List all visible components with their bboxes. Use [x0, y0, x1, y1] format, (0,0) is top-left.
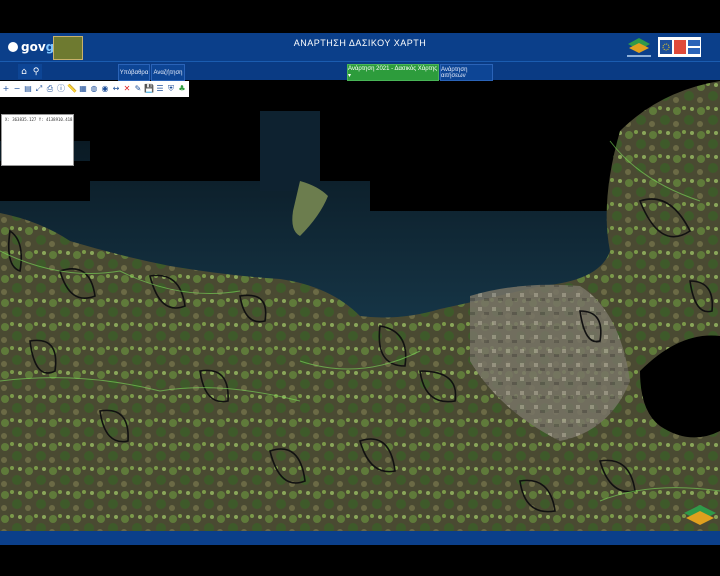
greece-icon: [687, 40, 700, 54]
eu-funding-logos: [658, 37, 701, 57]
ruler-icon[interactable]: ↔: [111, 84, 121, 94]
forest-map-layer-dropdown[interactable]: Ανάρτηση 2021 - Δασικός Χάρτης ▾: [347, 64, 439, 81]
info-icon[interactable]: ⓘ: [56, 84, 66, 94]
map-toolbar: + − ▤ ⤢ ⎙ ⓘ 📏 ▦ ◍ ◉ ↔ ✕ ✎ 💾 ☰ ⛨ ♣: [0, 81, 189, 97]
home-button[interactable]: ⌂: [18, 64, 30, 79]
measure-icon[interactable]: 📏: [67, 84, 77, 94]
basemaps-button[interactable]: Υπόβαθρα: [118, 64, 150, 81]
save-icon[interactable]: 💾: [144, 84, 154, 94]
eu-flag-icon: [659, 40, 672, 54]
espa-icon: [673, 40, 686, 54]
layers-icon[interactable]: ▤: [23, 84, 33, 94]
extent-icon[interactable]: ⤢: [34, 84, 44, 94]
pen-icon[interactable]: ✎: [133, 84, 143, 94]
shield-icon[interactable]: ⛨: [166, 84, 176, 94]
search-icon: ⚲: [32, 66, 40, 77]
coordinate-readout: X: 363835.127 Y: 4138910.418: [5, 117, 73, 122]
coordinate-box: X: 363835.127 Y: 4138910.418: [1, 114, 74, 166]
satellite-map[interactable]: [0, 81, 720, 531]
page-title: ΑΝΑΡΤΗΣΗ ΔΑΣΙΚΟΥ ΧΑΡΤΗ: [293, 38, 427, 48]
close-icon[interactable]: ✕: [122, 84, 132, 94]
globe-icon[interactable]: ◍: [89, 84, 99, 94]
search-menu-button[interactable]: Αναζήτηση: [151, 64, 185, 81]
grid-icon[interactable]: ▦: [78, 84, 88, 94]
tree-icon[interactable]: ♣: [177, 84, 187, 94]
footer-bar: [0, 531, 720, 545]
globe2-icon[interactable]: ◉: [100, 84, 110, 94]
list-icon[interactable]: ☰: [155, 84, 165, 94]
zoom-out-icon[interactable]: −: [12, 84, 22, 94]
applications-button[interactable]: Ανάρτηση αιτήσεων: [440, 64, 493, 81]
home-icon: ⌂: [21, 66, 27, 77]
zoom-in-icon[interactable]: +: [1, 84, 11, 94]
search-button[interactable]: ⚲: [30, 64, 42, 79]
ktimatologio-logo: [627, 38, 651, 57]
print-icon[interactable]: ⎙: [45, 84, 55, 94]
